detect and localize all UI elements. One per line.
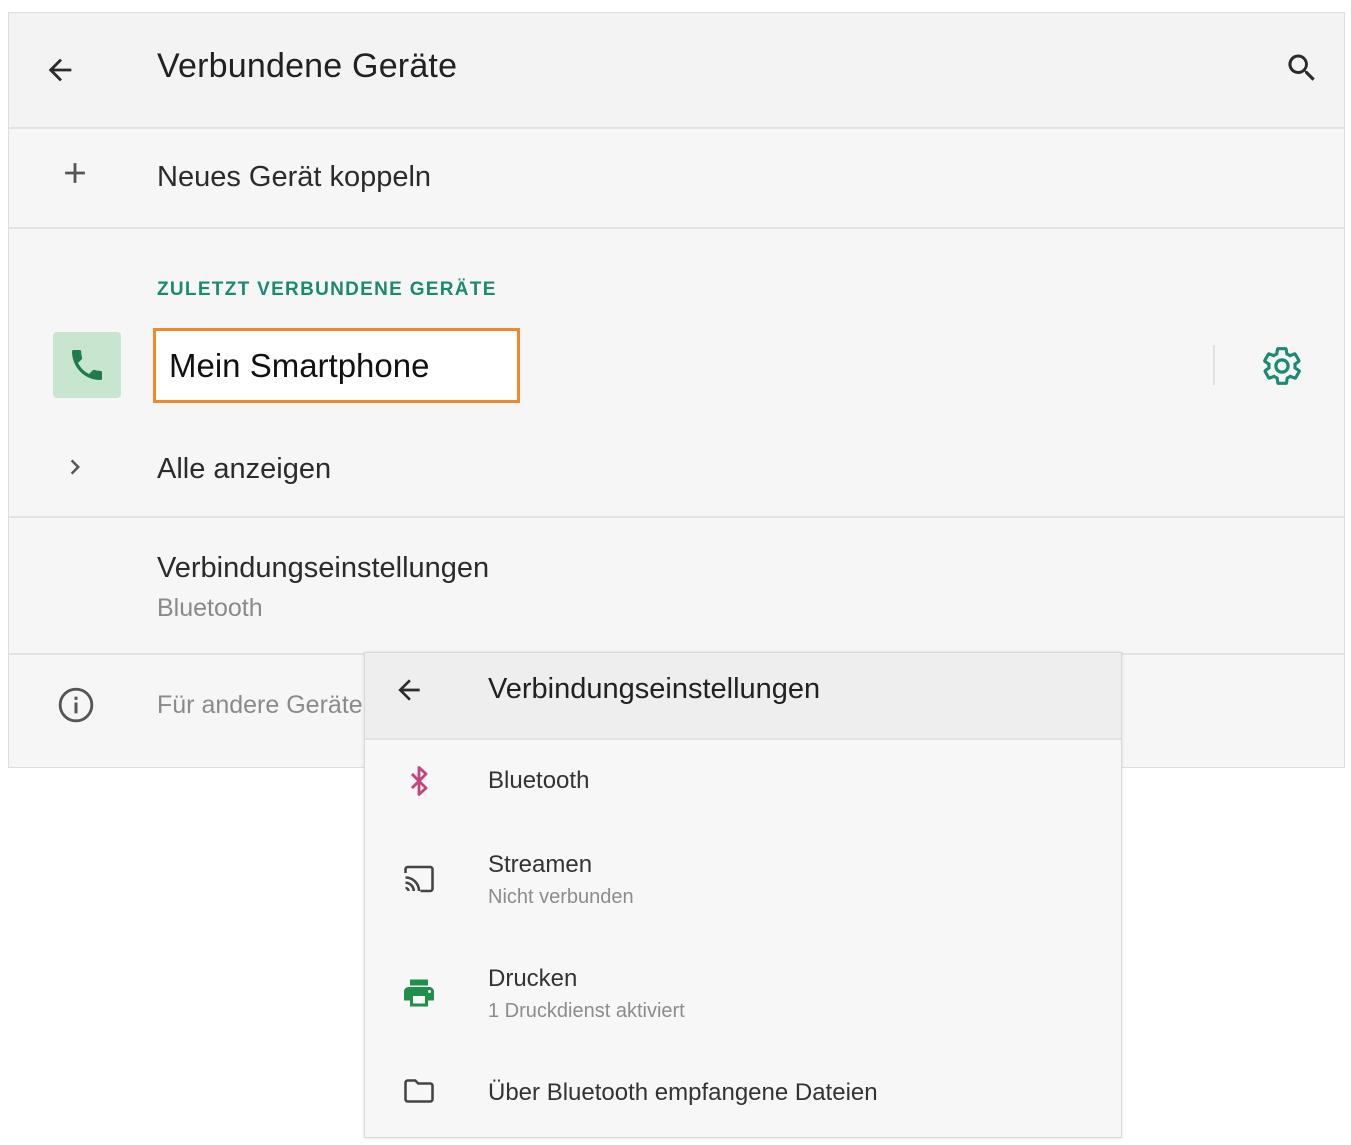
panel-title: Verbindungseinstellungen: [488, 673, 821, 705]
gear-icon[interactable]: [1259, 343, 1305, 389]
bluetooth-icon: [399, 761, 439, 801]
drucken-sublabel: 1 Druckdienst aktiviert: [488, 1000, 685, 1022]
connection-settings-row[interactable]: Verbindungseinstellungen Bluetooth: [9, 518, 1344, 653]
panel-item-bluetooth[interactable]: Bluetooth: [365, 741, 1121, 821]
phone-icon: [53, 332, 121, 398]
plus-icon: [55, 153, 95, 193]
bluetooth-label: Bluetooth: [488, 767, 590, 794]
arrow-left-icon[interactable]: [389, 670, 429, 710]
info-icon: [53, 682, 99, 728]
app-bar: Verbundene Geräte: [9, 13, 1344, 127]
streamen-label: Streamen: [488, 851, 593, 878]
cast-icon: [399, 859, 439, 899]
section-header-recent: ZULETZT VERBUNDENE GERÄTE: [157, 279, 497, 300]
streamen-sublabel: Nicht verbunden: [488, 886, 634, 908]
show-all-row[interactable]: Alle anzeigen: [9, 433, 1344, 513]
pair-new-device-row[interactable]: Neues Gerät koppeln: [9, 129, 1344, 227]
vertical-separator: [1213, 345, 1215, 385]
chevron-right-icon: [57, 449, 93, 485]
panel-item-drucken[interactable]: Drucken 1 Druckdienst aktiviert: [365, 945, 1121, 1045]
drucken-label: Drucken: [488, 965, 578, 992]
connection-settings-panel: Verbindungseinstellungen Bluetooth Strea…: [364, 652, 1122, 1138]
device-name: Mein Smartphone: [169, 347, 430, 384]
arrow-left-icon[interactable]: [37, 47, 83, 93]
info-label: Für andere Geräte: [157, 691, 363, 719]
show-all-label: Alle anzeigen: [157, 453, 332, 485]
panel-item-received-files[interactable]: Über Bluetooth empfangene Dateien: [365, 1053, 1121, 1133]
divider: [9, 227, 1344, 229]
search-icon[interactable]: [1279, 45, 1325, 91]
received-files-label: Über Bluetooth empfangene Dateien: [488, 1079, 878, 1106]
panel-item-streamen[interactable]: Streamen Nicht verbunden: [365, 831, 1121, 931]
connection-settings-sublabel: Bluetooth: [157, 594, 263, 622]
connection-settings-label: Verbindungseinstellungen: [157, 552, 490, 584]
page-title: Verbundene Geräte: [157, 47, 458, 85]
pair-new-device-label: Neues Gerät koppeln: [157, 161, 432, 193]
folder-icon: [399, 1071, 439, 1111]
device-item-mein-smartphone[interactable]: Mein Smartphone: [153, 328, 520, 403]
printer-icon: [399, 973, 439, 1013]
panel-app-bar: Verbindungseinstellungen: [365, 653, 1121, 740]
